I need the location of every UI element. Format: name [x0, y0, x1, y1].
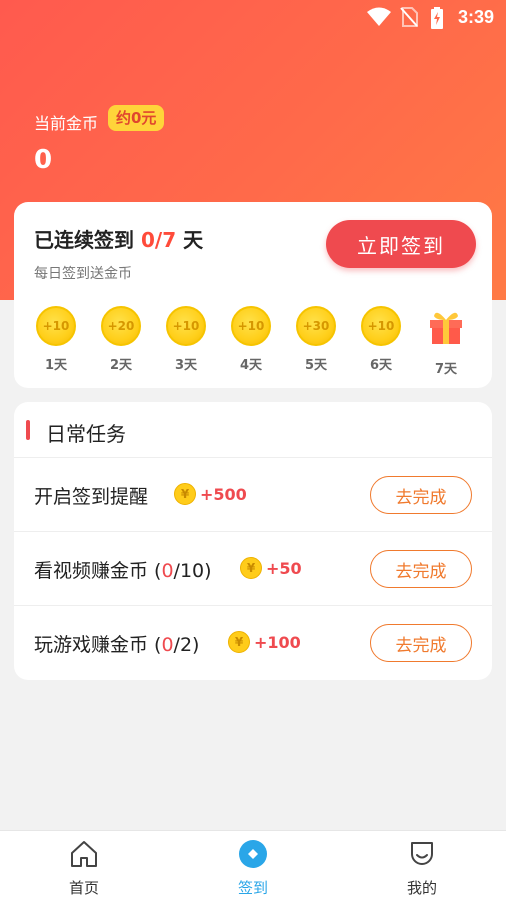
- tab-profile[interactable]: 我的: [382, 839, 462, 898]
- coin-icon: +10: [361, 306, 401, 346]
- status-time: 3:39: [457, 7, 494, 27]
- reward-value: +50: [266, 558, 302, 578]
- tab-home[interactable]: 首页: [44, 839, 124, 898]
- day-label: 6天: [369, 358, 393, 373]
- day-label: 7天: [434, 362, 458, 377]
- signin-now-button[interactable]: 立即签到: [326, 220, 476, 268]
- task-name: 开启签到提醒: [34, 482, 148, 509]
- coin-icon: ¥: [174, 483, 196, 505]
- task-name-text: 玩游戏赚金币 (: [34, 634, 162, 656]
- bottom-tab-bar: 首页 签到 我的: [0, 830, 506, 900]
- day-6: +10 6天: [357, 306, 405, 373]
- battery-charging-icon: [431, 7, 443, 29]
- coin-icon: +10: [166, 306, 206, 346]
- coin-icon: ¥: [240, 557, 262, 579]
- streak-count: 0/7: [140, 228, 177, 252]
- streak-prefix: 已连续签到: [34, 228, 141, 252]
- reward-value: +500: [200, 484, 247, 504]
- day-2: +20 2天: [97, 306, 145, 373]
- coin-icon: +30: [296, 306, 336, 346]
- status-bar: 3:39: [0, 0, 506, 34]
- task-complete-button[interactable]: 去完成: [370, 624, 472, 662]
- day-4: +10 4天: [227, 306, 275, 373]
- tab-label: 我的: [406, 879, 437, 897]
- day-1: +10 1天: [32, 306, 80, 373]
- tab-label: 签到: [237, 879, 268, 897]
- signin-days: +10 1天 +20 2天 +10 3天 +10 4天 +30 5天 +10 6…: [32, 306, 480, 382]
- day-label: 1天: [44, 358, 68, 373]
- signin-card: 已连续签到 0/7 天 每日签到送金币 立即签到 +10 1天 +20 2天 +…: [14, 202, 492, 388]
- reward-value: +100: [254, 632, 301, 652]
- task-progress-total: /2): [173, 634, 200, 656]
- task-row: 看视频赚金币 (0/10) ¥ +50 去完成: [14, 532, 492, 606]
- profile-icon: [411, 842, 433, 865]
- task-complete-button[interactable]: 去完成: [370, 550, 472, 588]
- day-7: 7天: [422, 306, 470, 377]
- day-label: 3天: [174, 358, 198, 373]
- task-complete-button[interactable]: 去完成: [370, 476, 472, 514]
- balance-value: 0: [34, 145, 53, 175]
- task-row: 开启签到提醒 ¥ +500 去完成: [14, 458, 492, 532]
- balance-label: 当前金币: [34, 114, 99, 133]
- signin-subtitle: 每日签到送金币: [34, 266, 132, 282]
- day-label: 5天: [304, 358, 328, 373]
- tab-label: 首页: [68, 879, 99, 897]
- day-5: +30 5天: [292, 306, 340, 373]
- day-label: 2天: [109, 358, 133, 373]
- tasks-title: 日常任务: [46, 422, 126, 446]
- task-progress-total: /10): [173, 560, 212, 582]
- coin-icon: +10: [231, 306, 271, 346]
- task-row: 玩游戏赚金币 (0/2) ¥ +100 去完成: [14, 606, 492, 680]
- section-accent-bar: [26, 420, 30, 440]
- task-progress-done: 0: [161, 560, 174, 582]
- no-sim-icon: [400, 7, 418, 27]
- signin-streak-title: 已连续签到 0/7 天: [34, 224, 203, 253]
- task-reward: ¥ +50: [240, 557, 302, 579]
- signin-icon: [239, 840, 267, 868]
- home-icon: [71, 841, 97, 867]
- task-name-text: 开启签到提醒: [34, 486, 149, 508]
- coin-icon: ¥: [228, 631, 250, 653]
- task-reward: ¥ +100: [228, 631, 301, 653]
- gift-icon: [430, 312, 462, 344]
- tab-signin[interactable]: 签到: [213, 839, 293, 898]
- task-name-text: 看视频赚金币 (: [34, 560, 162, 582]
- daily-tasks-card: 日常任务 开启签到提醒 ¥ +500 去完成 看视频赚金币 (0/10) ¥ +…: [14, 402, 492, 680]
- balance-estimate-badge: 约0元: [108, 105, 165, 131]
- wifi-icon: [367, 7, 391, 26]
- tasks-header: 日常任务: [14, 402, 492, 458]
- task-name: 看视频赚金币 (0/10): [34, 556, 212, 583]
- coin-icon: +20: [101, 306, 141, 346]
- day-3: +10 3天: [162, 306, 210, 373]
- streak-suffix: 天: [176, 228, 204, 252]
- task-name: 玩游戏赚金币 (0/2): [34, 630, 199, 657]
- task-reward: ¥ +500: [174, 483, 247, 505]
- day-label: 4天: [239, 358, 263, 373]
- coin-icon: +10: [36, 306, 76, 346]
- task-progress-done: 0: [161, 634, 174, 656]
